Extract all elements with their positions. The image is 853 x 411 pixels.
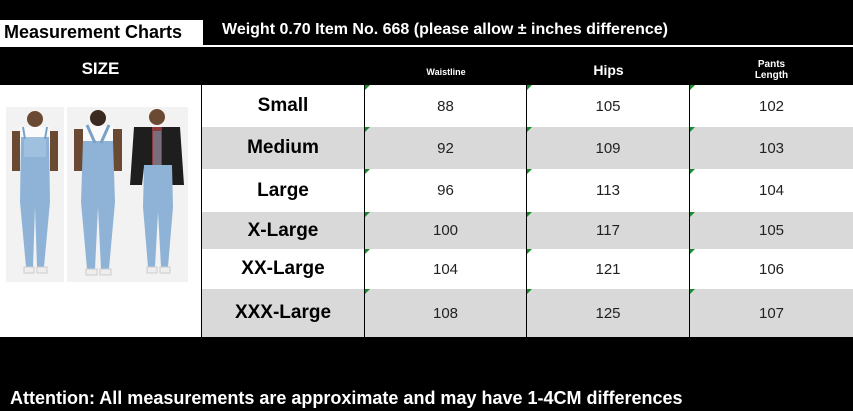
waistline-cell: 92 — [365, 127, 527, 169]
item-info: Weight 0.70 Item No. 668 (please allow ±… — [222, 21, 668, 38]
corner-marker — [365, 169, 370, 174]
corner-marker — [690, 289, 695, 294]
corner-marker — [527, 127, 532, 132]
pants-length-label-line2: Length — [754, 70, 789, 81]
corner-marker — [690, 212, 695, 217]
size-column-header: SIZE — [81, 59, 120, 78]
corner-marker — [365, 85, 370, 90]
corner-marker — [527, 169, 532, 174]
size-cell: Medium — [202, 127, 365, 169]
overalls-styled-view-image — [128, 107, 188, 282]
corner-marker — [365, 127, 370, 132]
product-photo-panel — [0, 85, 201, 337]
size-cell: Large — [202, 169, 365, 212]
size-cell: XXX-Large — [202, 289, 365, 337]
page-title: Measurement Charts — [4, 22, 183, 42]
corner-marker — [365, 289, 370, 294]
pants-length-cell: 102 — [690, 85, 853, 127]
waistline-cell: 96 — [365, 169, 527, 212]
table-row: X-Large 100 117 105 — [202, 212, 853, 249]
corner-marker — [527, 85, 532, 90]
overalls-front-view-image — [6, 107, 64, 282]
overalls-back-view-image — [67, 107, 129, 282]
size-cell: X-Large — [202, 212, 365, 249]
pants-length-cell: 103 — [690, 127, 853, 169]
table-row: Large 96 113 104 — [202, 169, 853, 212]
pants-length-column-header: Pants Length — [690, 59, 853, 81]
pants-length-label-line1: Pants — [757, 59, 786, 70]
waistline-cell: 108 — [365, 289, 527, 337]
hips-cell: 105 — [527, 85, 690, 127]
hips-cell: 113 — [527, 169, 690, 212]
pants-length-cell: 106 — [690, 249, 853, 289]
size-cell: Small — [202, 85, 365, 127]
table-row: XXX-Large 108 125 107 — [202, 289, 853, 337]
corner-marker — [690, 85, 695, 90]
measurement-table: Small 88 105 102 Medium 92 109 103 Large… — [202, 85, 853, 337]
hips-cell: 125 — [527, 289, 690, 337]
size-cell: XX-Large — [202, 249, 365, 289]
corner-marker — [527, 289, 532, 294]
waistline-cell: 100 — [365, 212, 527, 249]
hips-cell: 117 — [527, 212, 690, 249]
pants-length-cell: 104 — [690, 169, 853, 212]
corner-marker — [690, 169, 695, 174]
divider — [0, 45, 853, 47]
pants-length-cell: 107 — [690, 289, 853, 337]
table-row: Medium 92 109 103 — [202, 127, 853, 169]
corner-marker — [527, 249, 532, 254]
pants-length-cell: 105 — [690, 212, 853, 249]
table-row: Small 88 105 102 — [202, 85, 853, 127]
corner-marker — [527, 212, 532, 217]
corner-marker — [365, 249, 370, 254]
hips-cell: 109 — [527, 127, 690, 169]
waistline-column-header: Waistline — [426, 67, 466, 77]
table-row: XX-Large 104 121 106 — [202, 249, 853, 289]
corner-marker — [365, 212, 370, 217]
corner-marker — [690, 127, 695, 132]
hips-column-header: Hips — [593, 62, 624, 78]
waistline-cell: 104 — [365, 249, 527, 289]
waistline-cell: 88 — [365, 85, 527, 127]
attention-note: Attention: All measurements are approxim… — [10, 388, 683, 408]
corner-marker — [690, 249, 695, 254]
hips-cell: 121 — [527, 249, 690, 289]
